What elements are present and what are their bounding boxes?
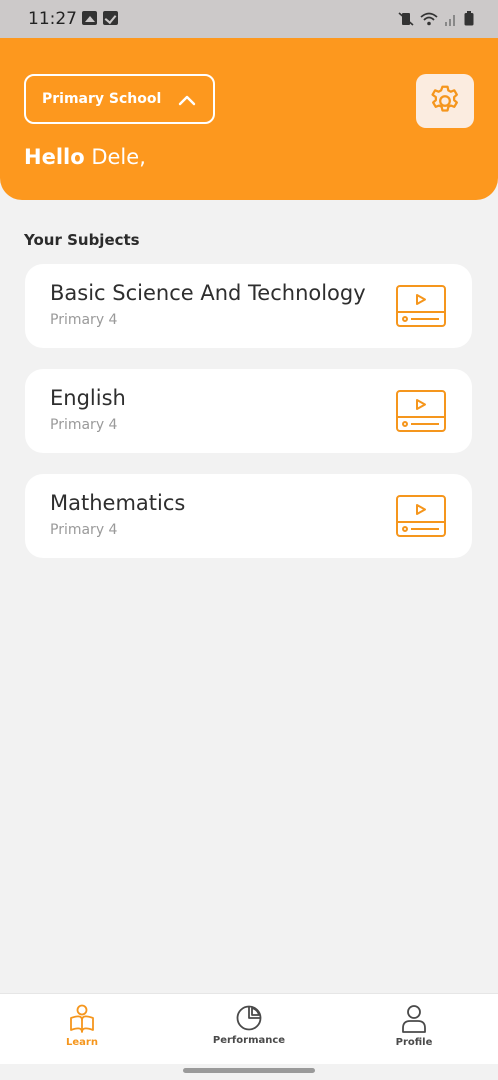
nav-profile[interactable]: Profile: [390, 1004, 438, 1048]
home-indicator[interactable]: [183, 1068, 315, 1073]
bottom-nav: Learn Performance Profile: [0, 993, 498, 1064]
chevron-up-icon: [178, 95, 196, 106]
subject-level: Primary 4: [50, 417, 118, 433]
user-icon: [402, 1005, 426, 1033]
school-level-dropdown[interactable]: Primary School: [24, 74, 215, 124]
header: Primary School Hello Dele,: [0, 38, 498, 200]
greeting-hello: Hello: [24, 145, 85, 169]
settings-button[interactable]: [416, 74, 474, 128]
mute-vibrate-icon: [398, 11, 414, 26]
subject-level: Primary 4: [50, 522, 118, 538]
greeting-name: Dele,: [91, 145, 146, 169]
subject-name: Mathematics: [50, 491, 186, 515]
nav-label: Profile: [395, 1037, 433, 1048]
reading-person-icon: [70, 1004, 94, 1033]
video-player-icon[interactable]: [395, 283, 447, 329]
status-icons-left: [82, 11, 118, 25]
nav-label: Learn: [66, 1037, 98, 1048]
pie-chart-icon: [236, 1005, 262, 1031]
subject-name: English: [50, 386, 126, 410]
signal-icon: [445, 14, 455, 26]
video-player-icon[interactable]: [395, 388, 447, 434]
gallery-icon: [82, 11, 97, 25]
checkbox-icon: [103, 11, 118, 25]
status-icons-right: [398, 11, 474, 26]
gear-icon: [431, 85, 458, 112]
battery-icon: [464, 11, 474, 26]
subject-list: Basic Science And Technology Primary 4 E…: [25, 264, 472, 579]
subject-card[interactable]: Basic Science And Technology Primary 4: [25, 264, 472, 348]
subject-card[interactable]: Mathematics Primary 4: [25, 474, 472, 558]
school-level-value: Primary School: [42, 91, 162, 107]
status-time: 11:27: [28, 9, 77, 29]
section-title: Your Subjects: [24, 231, 140, 249]
subject-name: Basic Science And Technology: [50, 281, 366, 305]
subject-card[interactable]: English Primary 4: [25, 369, 472, 453]
video-player-icon[interactable]: [395, 493, 447, 539]
nav-learn[interactable]: Learn: [60, 1004, 104, 1048]
nav-label: Performance: [212, 1035, 286, 1046]
nav-performance[interactable]: Performance: [208, 1004, 290, 1046]
wifi-icon: [420, 12, 438, 25]
status-bar: 11:27: [0, 0, 498, 38]
subject-level: Primary 4: [50, 312, 118, 328]
greeting: Hello Dele,: [24, 145, 146, 169]
